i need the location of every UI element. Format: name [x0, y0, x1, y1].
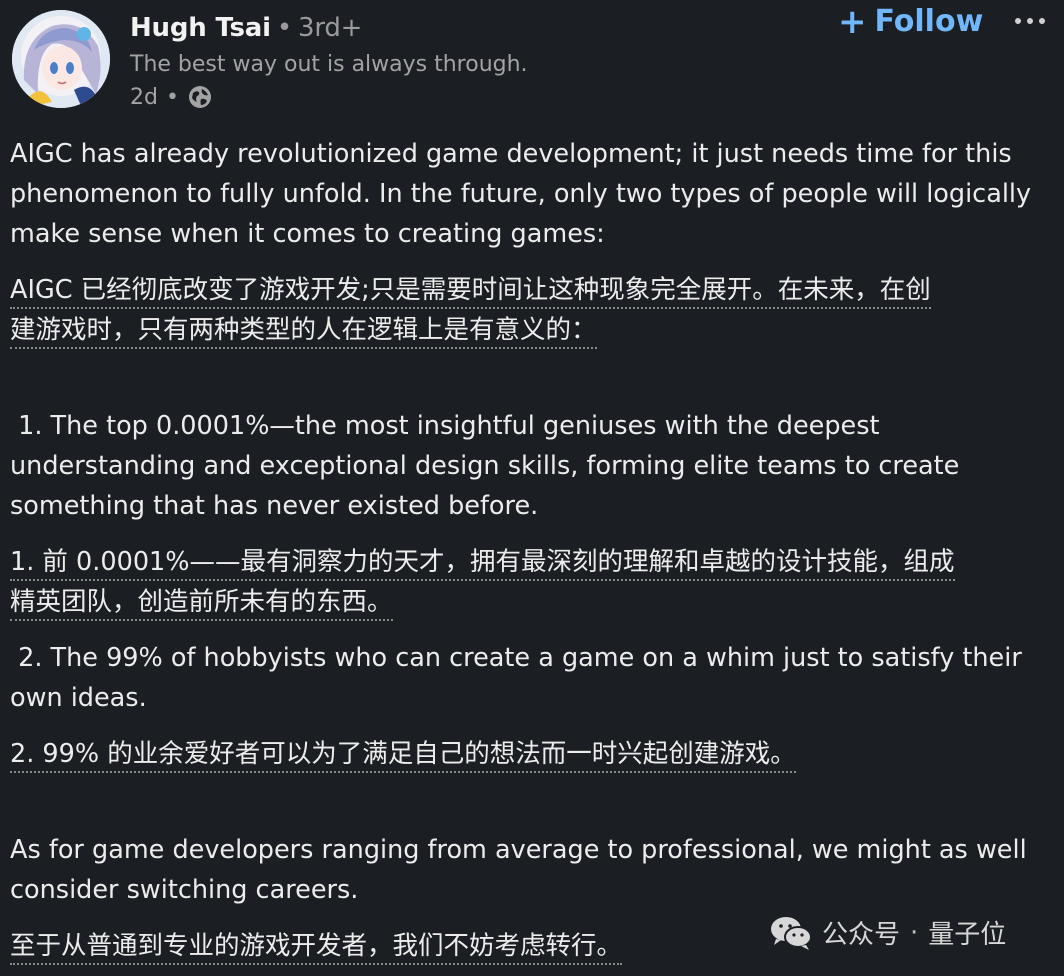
- post-paragraph-en-point2: 2. The 99% of hobbyists who can create a…: [10, 638, 1022, 718]
- translation-line: AIGC 已经彻底改变了游戏开发;只是需要时间让这种现象完全展开。在未来，在创: [10, 270, 931, 310]
- post-time: 2d: [130, 84, 158, 110]
- paragraph-line: AIGC has already revolutionized game dev…: [10, 139, 1012, 169]
- plus-icon: +: [838, 1, 867, 42]
- paragraph-line: consider switching careers.: [10, 875, 359, 905]
- post-meta: 2d •: [130, 84, 213, 110]
- translation-line: 建游戏时，只有两种类型的人在逻辑上是有意义的：: [10, 310, 931, 350]
- paragraph-line: 2. The 99% of hobbyists who can create a…: [10, 643, 1022, 673]
- linkedin-post: Hugh Tsai • 3rd+ The best way out is alway…: [0, 0, 1064, 976]
- post-paragraph-en-intro: AIGC has already revolutionized game dev…: [10, 134, 1031, 254]
- paragraph-line: own ideas.: [10, 683, 147, 713]
- more-options-icon[interactable]: [1015, 14, 1045, 28]
- post-paragraph-en-point1: 1. The top 0.0001%—the most insightful g…: [10, 406, 959, 526]
- post-paragraph-zh-conclusion: 至于从普通到专业的游戏开发者，我们不妨考虑转行。: [10, 926, 623, 966]
- follow-button[interactable]: + Follow: [838, 4, 983, 39]
- follow-label: Follow: [874, 4, 984, 39]
- name-separator: •: [276, 13, 292, 43]
- wechat-icon: [771, 916, 812, 950]
- paragraph-line: understanding and exceptional design ski…: [10, 451, 960, 481]
- translation-line: 至于从普通到专业的游戏开发者，我们不妨考虑转行。: [10, 926, 623, 966]
- wechat-watermark: 公众号 · 量子位: [770, 914, 1006, 951]
- watermark-separator: ·: [910, 917, 919, 948]
- connection-degree: 3rd+: [298, 13, 363, 43]
- paragraph-line: something that has never existed before.: [10, 491, 539, 521]
- translation-line: 1. 前 0.0001%——最有洞察力的天才，拥有最深刻的理解和卓越的设计技能，…: [10, 542, 955, 582]
- post-paragraph-zh-point1: 1. 前 0.0001%——最有洞察力的天才，拥有最深刻的理解和卓越的设计技能，…: [10, 542, 955, 622]
- watermark-source: 公众号: [822, 920, 901, 950]
- paragraph-line: make sense when it comes to creating gam…: [10, 219, 605, 249]
- author-avatar[interactable]: [12, 10, 110, 108]
- globe-icon: [188, 86, 211, 108]
- post-paragraph-en-conclusion: As for game developers ranging from aver…: [10, 830, 1027, 910]
- paragraph-line: phenomenon to fully unfold. In the futur…: [10, 179, 1032, 209]
- time-separator: •: [165, 84, 179, 110]
- post-paragraph-zh-point2: 2. 99% 的业余爱好者可以为了满足自己的想法而一时兴起创建游戏。: [10, 734, 796, 774]
- paragraph-line: As for game developers ranging from aver…: [10, 835, 1027, 865]
- translation-line: 精英团队，创造前所未有的东西。: [10, 582, 955, 622]
- author-name-line[interactable]: Hugh Tsai • 3rd+: [130, 13, 362, 43]
- paragraph-line: 1. The top 0.0001%—the most insightful g…: [10, 411, 880, 441]
- anime-avatar-icon: [12, 10, 110, 108]
- author-tagline: The best way out is always through.: [130, 52, 528, 77]
- author-name[interactable]: Hugh Tsai: [130, 13, 271, 43]
- post-paragraph-zh-intro: AIGC 已经彻底改变了游戏开发;只是需要时间让这种现象完全展开。在未来，在创 …: [10, 270, 931, 350]
- translation-line: 2. 99% 的业余爱好者可以为了满足自己的想法而一时兴起创建游戏。: [10, 734, 796, 774]
- watermark-account: 量子位: [928, 920, 1007, 950]
